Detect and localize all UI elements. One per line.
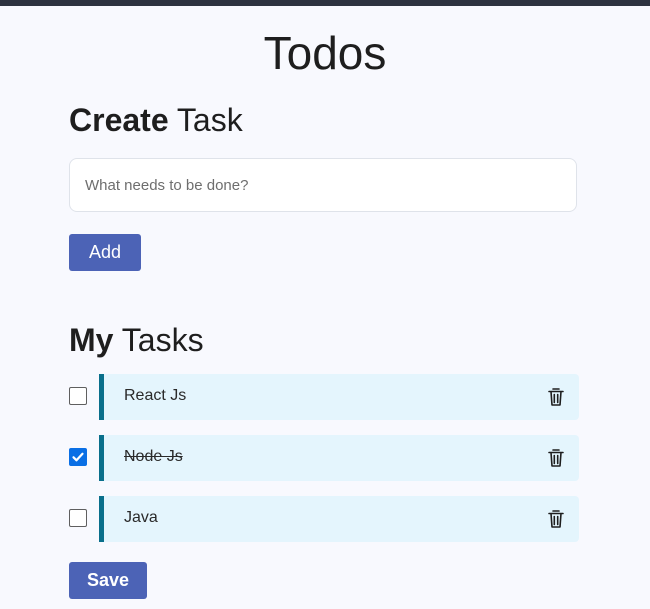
task-card: Java (99, 496, 579, 542)
task-item: Java (69, 496, 579, 542)
task-label: Java (124, 509, 158, 526)
top-bar (0, 0, 650, 6)
task-card: React Js (99, 374, 579, 420)
check-icon (72, 452, 84, 462)
task-checkbox[interactable] (69, 448, 87, 466)
task-card: Node Js (99, 435, 579, 481)
add-button[interactable]: Add (69, 234, 141, 271)
save-button[interactable]: Save (69, 562, 147, 599)
task-item: React Js (69, 374, 579, 420)
tasks-heading-light: Tasks (121, 322, 204, 358)
trash-icon[interactable] (547, 509, 565, 529)
tasks-heading-strong: My (69, 322, 114, 358)
task-label: Node Js (124, 448, 183, 465)
page-title: Todos (263, 27, 387, 79)
task-checkbox[interactable] (69, 509, 87, 527)
trash-icon[interactable] (547, 387, 565, 407)
create-task-heading: Create Task (69, 100, 243, 140)
trash-icon[interactable] (547, 448, 565, 468)
task-checkbox[interactable] (69, 387, 87, 405)
create-heading-light: Task (176, 102, 243, 138)
task-label: React Js (124, 387, 187, 404)
task-item: Node Js (69, 435, 579, 481)
my-tasks-heading: My Tasks (69, 320, 204, 360)
create-heading-strong: Create (69, 102, 169, 138)
new-task-input[interactable] (69, 158, 577, 212)
